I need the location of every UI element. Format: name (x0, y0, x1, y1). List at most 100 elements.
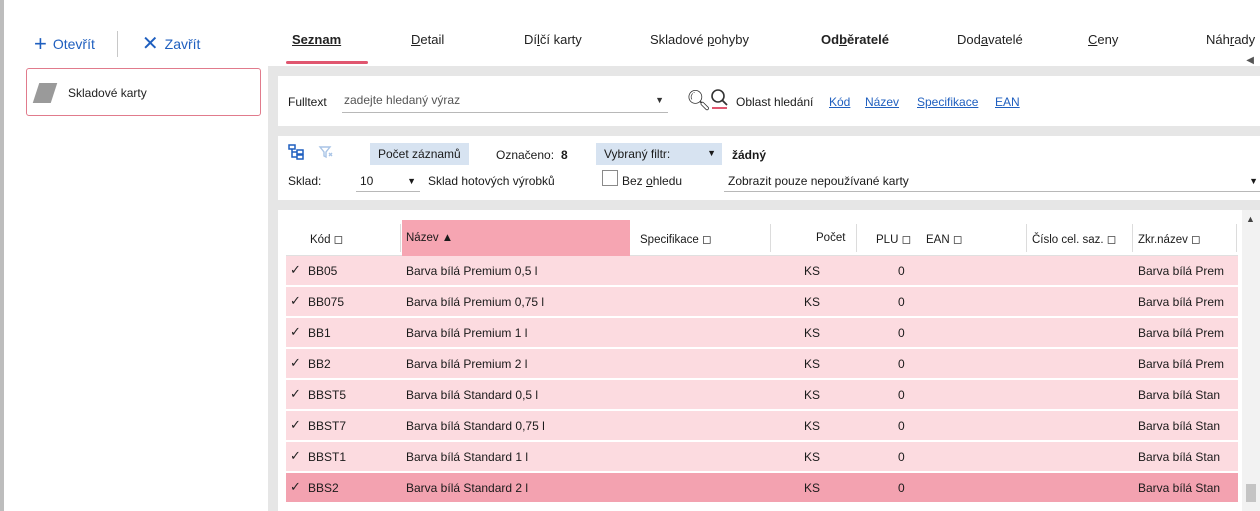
check-icon: ✓ (290, 262, 301, 277)
tab-ceny[interactable]: Ceny (1088, 32, 1118, 47)
table-row[interactable]: ✓ BBST1 Barva bílá Standard 1 l KS 0 Bar… (286, 442, 1238, 472)
column-divider (1026, 224, 1027, 252)
cell-kod: BB1 (308, 326, 331, 340)
cell-nazev: Barva bílá Premium 0,75 l (406, 295, 545, 309)
column-divider (1132, 224, 1133, 252)
tab-dodavatele[interactable]: Dodavatelé (957, 32, 1023, 47)
bez-ohledu-accel: o (646, 174, 653, 188)
table-row-selected[interactable]: ✓ BBS2 Barva bílá Standard 2 l KS 0 Barv… (286, 473, 1238, 503)
col-header-zkr-nazev[interactable]: Zkr.název ◻ (1138, 232, 1201, 246)
search-area-link-ean[interactable]: EAN (995, 95, 1020, 109)
search-icon[interactable]: 🔍︎ (686, 88, 711, 113)
column-divider (400, 224, 401, 252)
sklad-label: Sklad: (288, 174, 322, 188)
fulltext-search-input[interactable]: zadejte hledaný výraz ▼ (342, 89, 668, 113)
cell-jednotka: KS (804, 264, 821, 278)
tab-label: etail (420, 32, 445, 47)
close-icon: ✕ (141, 33, 159, 55)
col-header-cislo-cel-saz[interactable]: Číslo cel. saz. ◻ (1032, 232, 1116, 246)
cell-jednotka: KS (804, 326, 821, 340)
cell-nazev: Barva bílá Standard 2 l (406, 481, 529, 495)
column-divider (856, 224, 857, 252)
cell-kod: BB2 (308, 357, 331, 371)
check-icon: ✓ (290, 355, 301, 370)
table-row[interactable]: ✓ BBST7 Barva bílá Standard 0,75 l KS 0 … (286, 411, 1238, 441)
cell-zkr-nazev: Barva bílá Stan (1138, 419, 1221, 433)
fulltext-label: Fulltext (288, 95, 327, 109)
active-tab-indicator (286, 61, 368, 64)
check-icon: ✓ (290, 324, 301, 339)
bez-ohledu-checkbox[interactable] (602, 170, 618, 186)
marked-value: 8 (561, 148, 568, 162)
tab-dilci-karty[interactable]: Dílčí karty (524, 32, 582, 47)
tab-seznam[interactable]: Seznam (292, 32, 341, 47)
cell-kod: BBS2 (308, 481, 339, 495)
col-header-kod[interactable]: Kód ◻ (310, 232, 343, 246)
marked-label: Označeno: (496, 148, 555, 162)
filter-funnel-icon[interactable] (318, 144, 334, 165)
col-header-plu[interactable]: PLU ◻ (876, 232, 911, 246)
tab-label: eny (1097, 32, 1119, 47)
record-count-button[interactable]: Počet záznamů (370, 143, 469, 165)
tab-label-accel: D (411, 32, 421, 47)
col-header-specifikace[interactable]: Specifikace ◻ (640, 232, 712, 246)
cell-zkr-nazev: Barva bílá Prem (1138, 326, 1225, 340)
cell-zkr-nazev: Barva bílá Prem (1138, 357, 1225, 371)
cell-plu: 0 (898, 419, 905, 433)
unused-cards-select[interactable]: Zobrazit pouze nepoužívané karty ▼ (724, 168, 1260, 192)
scrollbar-thumb[interactable] (1246, 484, 1256, 502)
tab-scroll-left-icon[interactable]: ◀ (1246, 55, 1254, 66)
col-header-pocet[interactable]: Počet (816, 232, 845, 244)
tab-label: Skladové (650, 32, 708, 47)
selected-filter-dropdown[interactable]: Vybraný filtr: ▼ (596, 143, 722, 165)
cell-zkr-nazev: Barva bílá Stan (1138, 481, 1221, 495)
tab-label: čí karty (539, 32, 582, 47)
tab-label: Seznam (292, 32, 342, 47)
cell-jednotka: KS (804, 357, 821, 371)
selected-filter-value: žádný (732, 148, 767, 162)
tab-label: Od (821, 32, 840, 47)
nav-item-skladove-karty[interactable]: Skladové karty (26, 68, 261, 116)
open-label: Otevřít (52, 36, 95, 52)
cell-jednotka: KS (804, 450, 821, 464)
tab-nahrady[interactable]: Náhrady (1206, 32, 1255, 47)
search-clear-icon[interactable] (710, 88, 730, 116)
col-header-nazev[interactable]: Název ▲ (402, 220, 630, 256)
cell-zkr-nazev: Barva bílá Stan (1138, 388, 1221, 402)
col-header-ean[interactable]: EAN ◻ (926, 232, 962, 246)
check-icon: ✓ (290, 448, 301, 463)
search-area-link-specifikace[interactable]: Specifikace (917, 95, 978, 109)
cell-plu: 0 (898, 388, 905, 402)
table-row[interactable]: ✓ BB05 Barva bílá Premium 0,5 l KS 0 Bar… (286, 256, 1238, 286)
vertical-scrollbar[interactable]: ▲ (1242, 210, 1260, 511)
tree-view-icon[interactable] (288, 144, 304, 165)
sklad-select[interactable]: 10 ▼ (356, 168, 420, 192)
search-area-link-nazev[interactable]: Název (865, 95, 899, 109)
table-row[interactable]: ✓ BB075 Barva bílá Premium 0,75 l KS 0 B… (286, 287, 1238, 317)
tab-detail[interactable]: Detail (411, 32, 444, 47)
table-row[interactable]: ✓ BB1 Barva bílá Premium 1 l KS 0 Barva … (286, 318, 1238, 348)
dropdown-arrow-icon[interactable]: ▼ (655, 95, 664, 105)
tab-skladove-pohyby[interactable]: Skladové pohyby (650, 32, 749, 47)
tab-odberatele[interactable]: Odběratelé (821, 32, 889, 47)
table-row[interactable]: ✓ BBST5 Barva bílá Standard 0,5 l KS 0 B… (286, 380, 1238, 410)
cell-nazev: Barva bílá Standard 0,75 l (406, 419, 545, 433)
tab-label: Náh (1206, 32, 1230, 47)
cell-plu: 0 (898, 264, 905, 278)
tab-label-accel: b (839, 32, 848, 47)
check-icon: ✓ (290, 386, 301, 401)
table-header: Kód ◻ Název ▲ Specifikace ◻ Počet PLU ◻ … (286, 220, 1238, 256)
main-area: Seznam Detail Dílčí karty Skladové pohyb… (268, 20, 1260, 511)
tab-label: Dod (957, 32, 981, 47)
cell-zkr-nazev: Barva bílá Prem (1138, 295, 1225, 309)
sklad-name: Sklad hotových výrobků (428, 174, 555, 188)
chevron-down-icon: ▼ (707, 148, 716, 158)
search-area-link-kod[interactable]: Kód (829, 95, 850, 109)
table-row[interactable]: ✓ BB2 Barva bílá Premium 2 l KS 0 Barva … (286, 349, 1238, 379)
search-bar: Fulltext zadejte hledaný výraz ▼ 🔍︎ Obla… (278, 76, 1260, 126)
scroll-up-icon[interactable]: ▲ (1246, 214, 1255, 224)
open-button[interactable]: + Otevřít (34, 33, 95, 55)
close-button[interactable]: ✕ Zavřít (141, 33, 201, 55)
cell-jednotka: KS (804, 295, 821, 309)
cell-kod: BB05 (308, 264, 338, 278)
